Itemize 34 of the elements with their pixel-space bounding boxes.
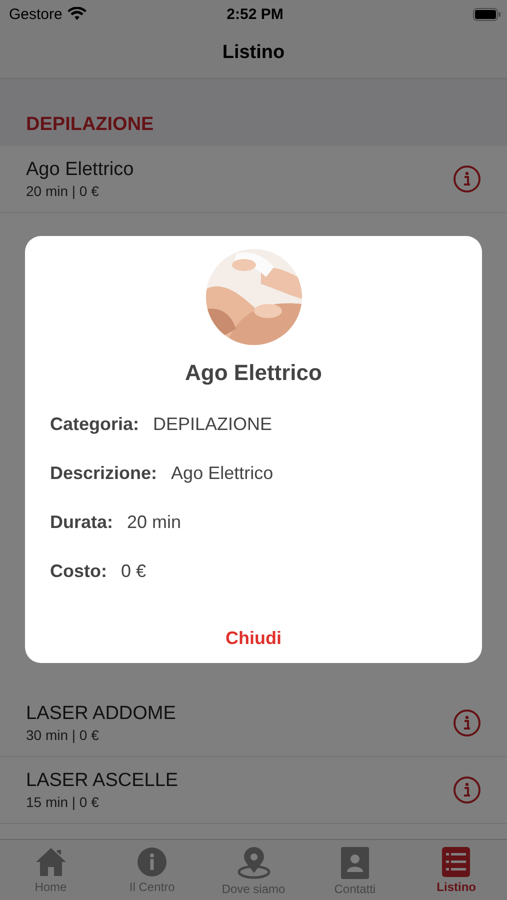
service-detail: 30 min | 0 € xyxy=(26,727,100,743)
battery-icon xyxy=(472,8,501,20)
info-icon[interactable] xyxy=(453,165,481,193)
dialog-title: Ago Elettrico xyxy=(185,360,322,386)
status-time: 2:52 PM xyxy=(226,6,284,22)
location-pin-icon xyxy=(236,847,271,879)
list-icon xyxy=(442,847,470,877)
service-row[interactable]: LASER ADDOME 30 min | 0 € xyxy=(0,690,507,757)
contact-icon xyxy=(340,847,369,879)
service-detail: 20 min | 0 € xyxy=(26,183,100,199)
service-name: LASER ADDOME xyxy=(26,703,176,725)
field-label: Costo: xyxy=(50,561,107,582)
field-label: Categoria: xyxy=(50,414,140,435)
service-name: Ago Elettrico xyxy=(26,159,134,181)
screen-title: Listino xyxy=(222,42,285,64)
close-button[interactable]: Chiudi xyxy=(216,624,292,653)
service-row[interactable]: LASER ASCELLE 15 min | 0 € xyxy=(0,757,507,824)
field-value: 0 € xyxy=(121,561,146,582)
service-detail: 15 min | 0 € xyxy=(26,794,100,810)
service-row[interactable]: Ago Elettrico 20 min | 0 € xyxy=(0,146,507,213)
field-value: 20 min xyxy=(127,512,182,533)
section-title: DEPILAZIONE xyxy=(26,114,154,136)
field-value: Ago Elettrico xyxy=(171,463,274,484)
carrier-name: Gestore xyxy=(9,6,62,22)
tab[interactable]: Listino xyxy=(406,840,507,900)
home-icon xyxy=(34,847,67,877)
service-name: LASER ASCELLE xyxy=(26,770,178,792)
field-value: DEPILAZIONE xyxy=(153,414,272,435)
wifi-icon xyxy=(67,7,88,21)
info-icon xyxy=(137,847,168,877)
field-label: Descrizione: xyxy=(50,463,158,484)
info-icon[interactable] xyxy=(453,776,481,804)
info-icon[interactable] xyxy=(453,709,481,737)
field-label: Durata: xyxy=(50,512,114,533)
